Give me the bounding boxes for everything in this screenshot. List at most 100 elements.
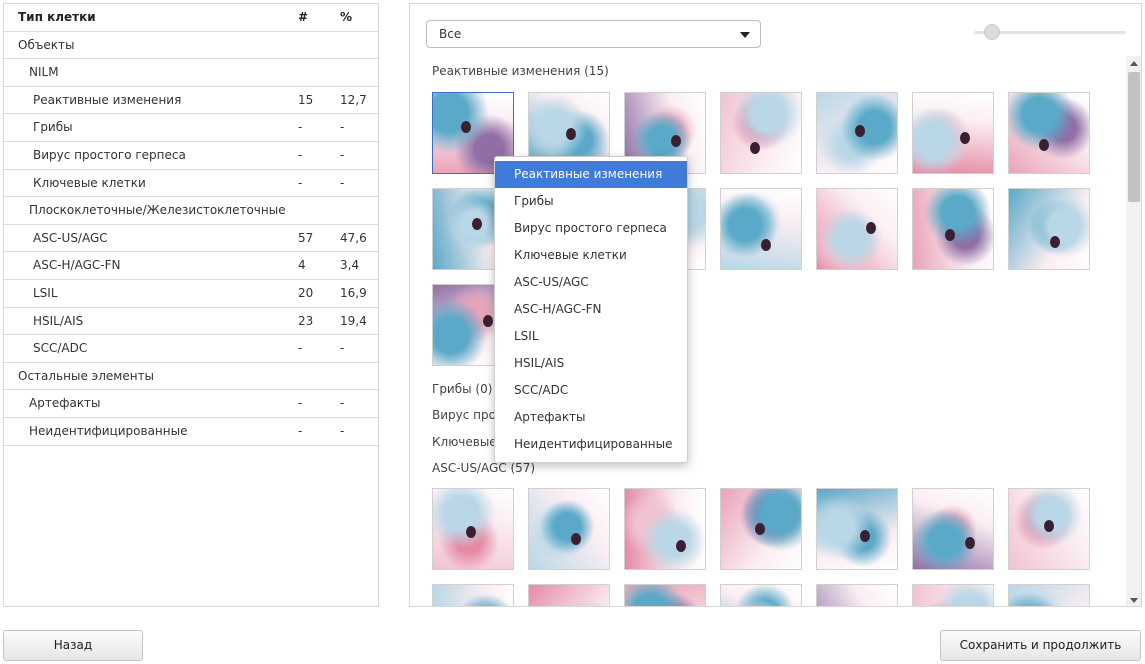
cell-thumbnail-reactive[interactable] [1008,188,1090,270]
stats-row-percent: 12,7 [340,92,367,107]
stats-row: Грибы - - [4,114,378,142]
slider-thumb[interactable] [984,24,1000,40]
stats-row-count: - [298,147,303,162]
stats-row-label: Плоскоклеточные/Железистоклеточные [29,203,286,218]
cell-nucleus [945,229,955,241]
stats-row-label: Реактивные изменения [33,92,182,107]
stats-header-row: Тип клетки # % [4,4,378,32]
cell-thumbnail-asc-us[interactable] [432,584,514,606]
stats-row-count: 57 [298,230,314,245]
stats-row-count: 20 [298,285,314,300]
cell-thumbnail-reactive[interactable] [1008,92,1090,174]
cell-thumbnail-asc-us[interactable] [624,488,706,570]
cell-thumbnail-asc-us[interactable] [912,488,994,570]
menu-item[interactable]: Неидентифицированные [495,431,687,458]
cell-thumbnail-reactive[interactable] [816,92,898,174]
cell-nucleus [1039,139,1049,151]
stats-rows: Объекты NILM Реактивные изменения 15 12,7 Гри… [4,32,378,446]
menu-item[interactable]: Артефакты [495,404,687,431]
cell-thumbnail-reactive[interactable] [720,188,802,270]
stats-row: Плоскоклеточные/Железистоклеточные [4,197,378,225]
menu-item[interactable]: Реактивные изменения [495,161,687,188]
stats-row-count: - [298,175,303,190]
menu-item[interactable]: Ключевые клетки [495,242,687,269]
stats-row-label: SCC/ADC [33,341,88,356]
scrollbar-thumb[interactable] [1128,72,1140,202]
cell-thumbnail-asc-us[interactable] [1008,488,1090,570]
cell-nucleus [761,239,771,251]
cell-thumbnail-asc-us[interactable] [528,488,610,570]
cell-thumbnail-reactive[interactable] [720,92,802,174]
cell-thumbnail-asc-us[interactable] [912,584,994,606]
cell-nucleus [1044,520,1054,532]
cell-thumbnail-reactive[interactable] [912,92,994,174]
back-button[interactable]: Назад [3,630,143,661]
cell-nucleus [671,135,681,147]
stats-row: Неидентифицированные - - [4,418,378,446]
chevron-down-icon [740,32,750,38]
stats-row-percent: - [340,175,345,190]
menu-item[interactable]: Вирус простого герпеса [495,215,687,242]
stats-row-count: - [298,396,303,411]
stats-row: NILM [4,59,378,87]
stats-row-label: LSIL [33,285,58,300]
header-cell-type: Тип клетки [18,10,96,24]
cell-thumbnail-asc-us[interactable] [720,488,802,570]
stats-row-label: Остальные элементы [18,368,155,383]
save-and-continue-button[interactable]: Сохранить и продолжить [940,630,1141,661]
cell-thumbnail-asc-us[interactable] [528,584,610,606]
cell-thumbnail-asc-us[interactable] [1008,584,1090,606]
scroll-down-arrow-icon[interactable] [1130,598,1138,603]
cell-nucleus [866,222,876,234]
section-title-clue-cells: Ключевые [432,435,497,449]
stats-row-label: Ключевые клетки [33,175,146,190]
stats-row: Реактивные изменения 15 12,7 [4,87,378,115]
section-title-asc-us: ASC-US/AGC (57) [432,461,536,475]
menu-item[interactable]: ASC-US/AGC [495,269,687,296]
stats-row: Артефакты - - [4,390,378,418]
stats-row-percent: - [340,120,345,135]
cell-thumbnail-asc-us[interactable] [720,584,802,606]
cell-nucleus [466,526,476,538]
stats-row-percent: - [340,341,345,356]
stats-row-percent: 3,4 [340,258,360,273]
cell-thumbnail-reactive[interactable] [912,188,994,270]
cell-nucleus [566,128,576,140]
stats-row-label: HSIL/AIS [33,313,84,328]
menu-item[interactable]: HSIL/AIS [495,350,687,377]
menu-item[interactable]: SCC/ADC [495,377,687,404]
cell-nucleus [676,540,686,552]
stats-row: HSIL/AIS 23 19,4 [4,308,378,336]
stats-row-label: NILM [29,65,59,80]
cell-thumbnail-asc-us[interactable] [432,488,514,570]
menu-item[interactable]: ASC-H/AGC-FN [495,296,687,323]
scroll-up-arrow-icon[interactable] [1130,61,1138,66]
cell-stats-panel: Тип клетки # % Объекты NILM Реактивные изм… [3,3,379,607]
stats-row: Ключевые клетки - - [4,170,378,198]
thumbnail-size-slider[interactable] [974,22,1126,42]
stats-row: Вирус простого герпеса - - [4,142,378,170]
cell-thumbnail-asc-us[interactable] [816,488,898,570]
cell-thumbnail-asc-us[interactable] [816,584,898,606]
stats-row-label: Артефакты [29,396,101,411]
stats-row-label: ASC-US/AGC [33,230,108,245]
gallery-scrollbar[interactable] [1126,56,1141,606]
cell-thumbnail-asc-us[interactable] [624,584,706,606]
cell-thumbnail-reactive[interactable] [816,188,898,270]
stats-row-percent: 47,6 [340,230,367,245]
stats-row-label: Объекты [18,37,75,52]
category-filter-select[interactable]: Все [426,20,761,48]
cell-nucleus [855,125,865,137]
stats-row-count: - [298,341,303,356]
stats-row-percent: - [340,396,345,411]
cell-nucleus [461,121,471,133]
menu-item[interactable]: Грибы [495,188,687,215]
header-percent: % [340,10,353,24]
menu-item[interactable]: LSIL [495,323,687,350]
cell-nucleus [960,132,970,144]
stats-row: ASC-US/AGC 57 47,6 [4,225,378,253]
stats-row: ASC-H/AGC-FN 4 3,4 [4,252,378,280]
category-filter-value: Все [439,27,462,41]
stats-row: LSIL 20 16,9 [4,280,378,308]
stats-row: Объекты [4,32,378,60]
